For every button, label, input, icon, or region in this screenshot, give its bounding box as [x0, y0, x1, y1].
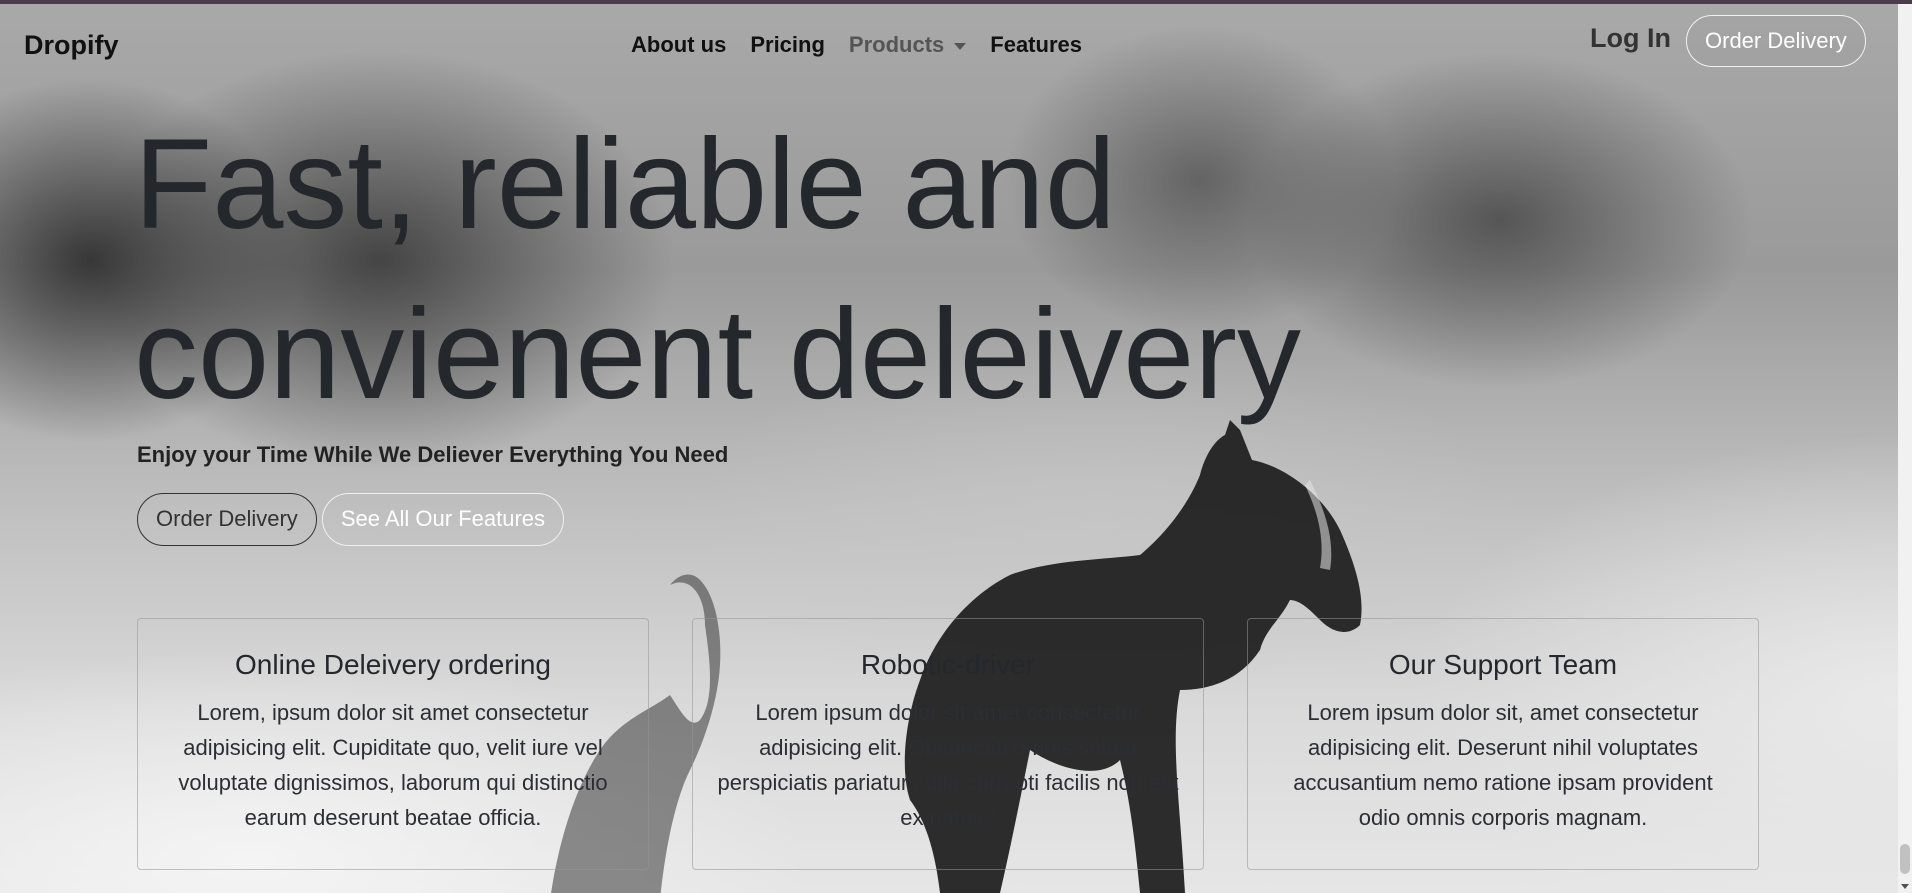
scroll-down-arrow-icon[interactable]	[1901, 884, 1909, 889]
nav-products-dropdown[interactable]: Products	[848, 32, 967, 58]
hero-button-group: Order Delivery See All Our Features	[137, 493, 565, 546]
hero-subtitle: Enjoy your Time While We Deliever Everyt…	[137, 442, 729, 467]
hero-title-line-1: Fast, reliable and	[134, 113, 1116, 256]
landing-page: Dropify About us Pricing Products Featur…	[0, 0, 1912, 893]
see-all-features-button[interactable]: See All Our Features	[321, 493, 565, 546]
hero-title: Fast, reliable and convienent deleivery	[134, 100, 1634, 440]
window-top-border	[0, 0, 1912, 4]
card-title: Robotic-driver	[860, 649, 1036, 680]
feature-card-online-ordering: Online Deleivery ordering Lorem, ipsum d…	[137, 618, 649, 870]
card-title: Online Deleivery ordering	[235, 649, 551, 680]
chevron-down-icon	[954, 42, 967, 50]
nav-pricing[interactable]: Pricing	[750, 32, 825, 58]
main-nav: About us Pricing Products Features	[631, 32, 1082, 58]
page-scrollbar[interactable]	[1898, 4, 1912, 893]
card-text: Lorem, ipsum dolor sit amet consectetur …	[178, 700, 608, 830]
card-title: Our Support Team	[1388, 649, 1618, 680]
order-delivery-button[interactable]: Order Delivery	[137, 493, 317, 546]
feature-card-robotic-driver: Robotic-driver Lorem ipsum dolor sit ame…	[692, 618, 1204, 870]
card-text: Lorem ipsum dolor sit, amet consectetur …	[1293, 700, 1713, 830]
nav-features[interactable]: Features	[990, 32, 1082, 58]
order-delivery-nav-button[interactable]: Order Delivery	[1686, 15, 1866, 67]
scrollbar-thumb[interactable]	[1900, 844, 1910, 874]
nav-about-us[interactable]: About us	[631, 32, 726, 58]
card-text: Lorem ipsum dolor sit amet consectetur a…	[717, 700, 1179, 830]
login-link[interactable]: Log In	[1590, 23, 1671, 54]
hero-title-line-2: convienent deleivery	[134, 283, 1301, 426]
feature-card-support-team: Our Support Team Lorem ipsum dolor sit, …	[1247, 618, 1759, 870]
nav-products-label: Products	[848, 32, 945, 57]
brand-logo[interactable]: Dropify	[24, 30, 119, 61]
